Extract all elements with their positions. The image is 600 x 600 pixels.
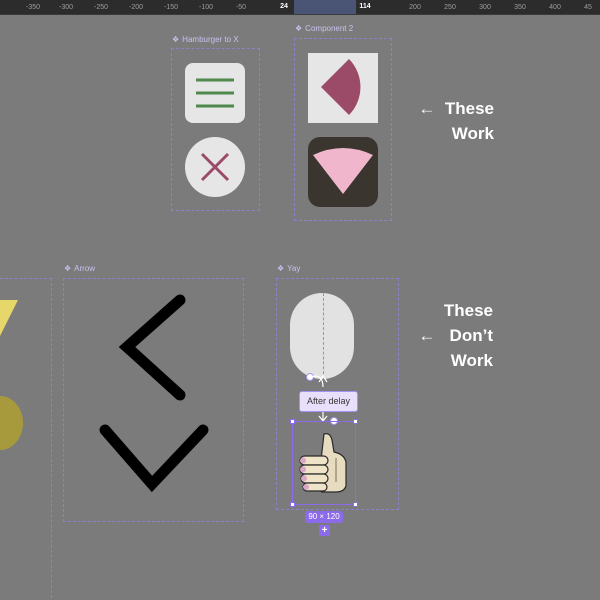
chevron-down-icon[interactable] [95, 420, 213, 495]
fan-wedge-icon[interactable] [308, 137, 378, 207]
frame-label-text: Arrow [74, 264, 96, 273]
frame-label-yay[interactable]: ❖ Yay [277, 264, 300, 273]
ruler-tick: -50 [235, 4, 247, 11]
resize-handle-bottom-right[interactable] [353, 502, 358, 507]
thumbs-up-icon[interactable] [298, 432, 350, 496]
close-x-icon[interactable] [185, 137, 245, 197]
add-button[interactable]: + [319, 525, 330, 536]
hamburger-icon[interactable] [185, 63, 245, 123]
ruler-tick: 200 [409, 4, 421, 11]
ruler-tick: -300 [58, 4, 74, 11]
yellow-circle-shape[interactable] [0, 396, 24, 450]
ruler-tick: 350 [514, 4, 526, 11]
ruler-tick: -150 [163, 4, 179, 11]
note-these-dont-work: These ← Don’t Work [418, 301, 493, 370]
interaction-trigger-label[interactable]: After delay [299, 391, 358, 412]
frame-label-component2[interactable]: ❖ Component 2 [295, 24, 353, 33]
ruler-tick: -250 [93, 4, 109, 11]
component-diamond-icon: ❖ [295, 24, 303, 33]
component-diamond-icon: ❖ [172, 35, 180, 44]
pie-wedge-icon[interactable] [308, 53, 378, 123]
center-guide-line [323, 293, 324, 379]
ruler-tick: 400 [549, 4, 561, 11]
ruler-selection-start: 24 [280, 3, 288, 10]
ruler-tick: 300 [479, 4, 491, 11]
chevron-left-icon[interactable] [110, 290, 200, 405]
note-these-work: ← These Work [418, 99, 494, 143]
resize-handle-top-right[interactable] [353, 419, 358, 424]
ruler-selection-end: 114 [359, 3, 371, 10]
component-diamond-icon: ❖ [277, 264, 285, 273]
dimension-badge: 90 × 120 [305, 511, 343, 523]
ruler-tick: 250 [444, 4, 456, 11]
ruler-tick: -200 [128, 4, 144, 11]
resize-handle-top-left[interactable] [290, 419, 295, 424]
frame-label-arrow[interactable]: ❖ Arrow [64, 264, 95, 273]
frame-label-hamburger[interactable]: ❖ Hamburger to X [172, 35, 239, 44]
frame-label-text: Hamburger to X [182, 35, 239, 44]
component-diamond-icon: ❖ [64, 264, 72, 273]
top-ruler: -350 -300 -250 -200 -150 -100 -50 24 114… [0, 0, 600, 15]
pill-shape[interactable] [290, 293, 354, 379]
ruler-tick: -350 [25, 4, 41, 11]
ruler-selection-highlight [294, 0, 356, 14]
frame-label-text: Component 2 [305, 24, 354, 33]
yellow-triangle-shape[interactable] [0, 300, 20, 340]
design-canvas[interactable]: -350 -300 -250 -200 -150 -100 -50 24 114… [0, 0, 600, 600]
frame-label-text: Yay [287, 264, 301, 273]
ruler-tick: 45 [584, 4, 592, 11]
ruler-tick: -100 [198, 4, 214, 11]
resize-handle-bottom-left[interactable] [290, 502, 295, 507]
